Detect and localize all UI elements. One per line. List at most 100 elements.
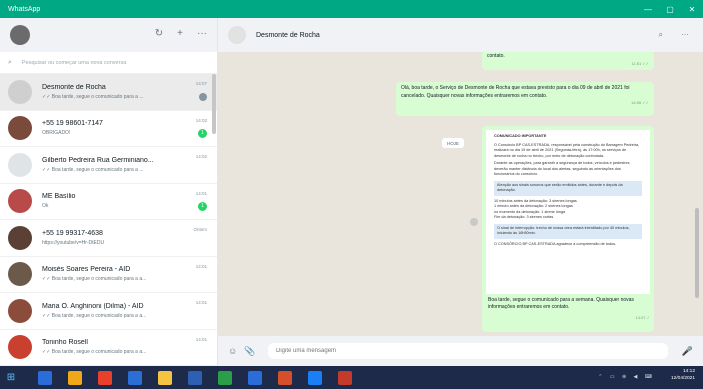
- chat-time: 14:07: [195, 81, 207, 86]
- message-input[interactable]: [268, 343, 668, 359]
- chat-name: Gilberto Pedreira Rua Germiniano...: [42, 156, 154, 164]
- system-clock[interactable]: 14:12 12/04/2021: [671, 369, 695, 382]
- windows-taskbar: ⊞ ⌃ ▭ ⊕ ◀ ⌨ 14:12 12/04/2021: [0, 366, 703, 389]
- chat-text: +55 19 98601-7147 OBRIGADO!: [42, 120, 217, 136]
- my-avatar[interactable]: [10, 25, 30, 45]
- chat-text: Moisés Soares Pereira - AID ✓✓ Boa tarde,…: [42, 266, 217, 282]
- taskbar-app-icon[interactable]: [98, 370, 112, 385]
- message-time: 14:06 ✓✓: [631, 100, 649, 105]
- status-icon[interactable]: ↻: [155, 28, 163, 39]
- chat-avatar: [8, 335, 32, 360]
- unread-badge: 1: [198, 128, 207, 138]
- taskbar-app-icon[interactable]: [38, 370, 52, 385]
- doc-steps: 10 minutos antes da detonação: 3 sirenes…: [494, 199, 642, 221]
- doc-intro: O Consórcio BP CAS-ESTRADA, responsável …: [494, 142, 640, 158]
- chat-avatar: [8, 189, 32, 214]
- close-button[interactable]: ✕: [681, 0, 703, 18]
- chat-item[interactable]: ME Basílio Ok 14:01 1: [0, 184, 217, 220]
- chat-preview: ✓✓ Boa tarde, segue o comunicado para a …: [42, 276, 147, 283]
- search-input[interactable]: Pesquisar ou começar uma nova conversa: [22, 60, 126, 66]
- taskbar-app-icon[interactable]: [188, 370, 202, 385]
- chat-time: 14:01: [195, 263, 207, 269]
- forward-icon[interactable]: [470, 218, 478, 226]
- sidebar-header: ↻ + ···: [0, 18, 217, 52]
- messages-scrollbar[interactable]: [695, 208, 699, 298]
- chat-preview: ✓✓ Boa tarde, segue o comunicado para a …: [42, 166, 144, 173]
- microphone-icon[interactable]: 🎤: [682, 346, 693, 357]
- chat-name: Desmonte de Rocha: [42, 83, 106, 91]
- chat-preview: ✓✓ Boa tarde, segue o comunicado para a …: [42, 93, 144, 100]
- chat-item[interactable]: +55 19 98601-7147 OBRIGADO! 14:02 1: [0, 111, 217, 147]
- conversation-header-icons: ⌕ ···: [659, 30, 689, 40]
- chat-text: Maria O. Anghinoni (Dilma) - AID ✓✓ Boa t…: [42, 303, 217, 319]
- doc-box: Atenção aos sinais sonoros que serão emi…: [494, 180, 642, 196]
- chat-item[interactable]: Gilberto Pedreira Rua Germiniano... ✓✓ Bo…: [0, 147, 217, 184]
- chat-time: 14:01: [195, 190, 207, 196]
- unread-badge: 1: [198, 201, 207, 211]
- chat-list: Desmonte de Rocha ✓✓ Boa tarde, segue o c…: [0, 74, 217, 366]
- doc-body: Durante as operações, para garantir a se…: [494, 161, 630, 176]
- window-controls: — ▢ ✕: [637, 0, 703, 18]
- taskbar-app-icon[interactable]: [68, 370, 82, 385]
- doc-title: COMUNICADO IMPORTANTE: [494, 134, 547, 138]
- chat-name: Moisés Soares Pereira - AID: [42, 266, 131, 274]
- document-preview[interactable]: COMUNICADO IMPORTANTE O Consórcio BP CAS…: [486, 130, 650, 294]
- chat-avatar: [8, 225, 32, 250]
- emoji-icon[interactable]: ☺: [228, 346, 244, 356]
- chat-time: Ontem: [193, 227, 207, 232]
- pin-icon: [199, 93, 207, 101]
- chat-name: Toninho Rosell: [42, 339, 88, 347]
- contact-name[interactable]: Desmonte de Rocha: [256, 32, 320, 39]
- chat-time: 14:02: [195, 117, 207, 123]
- conversation-panel: Desmonte de Rocha ⌕ ··· contato. 11:51 ✓…: [218, 18, 703, 366]
- system-tray-icons[interactable]: ⌃ ▭ ⊕ ◀ ⌨: [598, 374, 655, 380]
- chat-item[interactable]: +55 19 99317-4638 https://youtube/v=Hr-Dt…: [0, 220, 217, 257]
- chat-item[interactable]: Desmonte de Rocha ✓✓ Boa tarde, segue o c…: [0, 74, 217, 111]
- chat-name: +55 19 98601-7147: [42, 120, 103, 128]
- message-text: Olá, boa tarde, o Serviço de Desmonte de…: [401, 85, 630, 99]
- window-title: WhatsApp: [8, 5, 41, 13]
- message-bubble[interactable]: contato. 11:51 ✓✓: [482, 52, 654, 70]
- new-chat-icon[interactable]: +: [177, 28, 183, 39]
- composer: ☺ 📎 🎤: [218, 336, 703, 366]
- chat-avatar: [8, 262, 32, 287]
- message-time: 11:51 ✓✓: [631, 60, 649, 66]
- contact-avatar[interactable]: [228, 26, 246, 44]
- document-message[interactable]: COMUNICADO IMPORTANTE O Consórcio BP CAS…: [482, 126, 654, 332]
- sidebar: ↻ + ··· ⌕ Pesquisar ou começar uma nova …: [0, 18, 218, 366]
- menu-icon[interactable]: ···: [197, 28, 207, 39]
- start-button[interactable]: ⊞: [0, 366, 22, 389]
- message-bubble[interactable]: Olá, boa tarde, o Serviço de Desmonte de…: [396, 82, 654, 116]
- taskbar-app-icon[interactable]: [338, 370, 352, 385]
- message-area: contato. 11:51 ✓✓ Olá, boa tarde, o Serv…: [218, 52, 703, 336]
- search-icon: ⌕: [8, 58, 12, 66]
- taskbar-app-icon[interactable]: [128, 370, 142, 385]
- message-text: contato.: [487, 53, 505, 59]
- whatsapp-app: ↻ + ··· ⌕ Pesquisar ou começar uma nova …: [0, 18, 703, 366]
- taskbar-app-icon[interactable]: [248, 370, 262, 385]
- minimize-button[interactable]: —: [637, 0, 659, 18]
- taskbar-app-icon[interactable]: [278, 370, 292, 385]
- taskbar-app-icon[interactable]: [308, 370, 322, 385]
- chat-item[interactable]: Maria O. Anghinoni (Dilma) - AID ✓✓ Boa t…: [0, 293, 217, 330]
- taskbar-app-icon[interactable]: [218, 370, 232, 385]
- message-time: 14:07 ✓: [635, 314, 650, 320]
- conversation-menu-icon[interactable]: ···: [681, 30, 689, 40]
- chat-name: Maria O. Anghinoni (Dilma) - AID: [42, 302, 144, 310]
- chat-time: 14:01: [195, 300, 207, 305]
- search-box[interactable]: ⌕ Pesquisar ou começar uma nova conversa: [8, 54, 209, 71]
- chat-avatar: [8, 152, 32, 177]
- chat-item[interactable]: Toninho Rosell ✓✓ Boa tarde, segue o comu…: [0, 330, 217, 366]
- doc-caption: Boa tarde, segue o comunicado para a sem…: [488, 297, 634, 311]
- chat-item[interactable]: Moisés Soares Pereira - AID ✓✓ Boa tarde,…: [0, 257, 217, 293]
- taskbar-app-icon[interactable]: [158, 370, 172, 385]
- chat-time: 14:02: [195, 154, 207, 159]
- doc-footer: O CONSÓRCIO BP CAS-ESTRADA agradece a co…: [494, 241, 617, 246]
- maximize-button[interactable]: ▢: [659, 0, 681, 18]
- search-messages-icon[interactable]: ⌕: [659, 30, 663, 40]
- chat-time: 14:01: [195, 336, 207, 342]
- attach-icon[interactable]: 📎: [244, 346, 260, 357]
- chat-preview: ✓✓ Boa tarde, segue o comunicado para a …: [42, 349, 147, 356]
- sidebar-scrollbar[interactable]: [212, 74, 216, 134]
- chat-preview: Ok: [42, 203, 49, 210]
